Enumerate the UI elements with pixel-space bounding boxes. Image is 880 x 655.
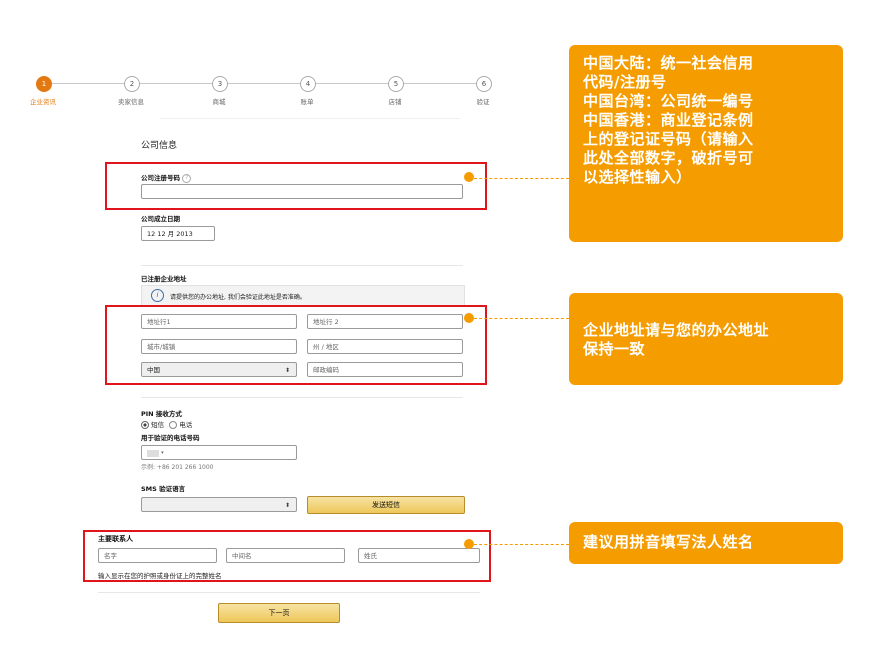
- address-section-label: 已注册企业地址: [141, 275, 187, 283]
- highlight-reg-number: [105, 162, 487, 210]
- send-sms-button[interactable]: 发送短信: [307, 496, 465, 514]
- next-page-button[interactable]: 下一页: [218, 603, 340, 623]
- step-1-circle: 1: [36, 76, 52, 92]
- pin-method-label: PIN 接收方式: [141, 410, 182, 418]
- phone-example: 示例: +86 201 266 1000: [141, 464, 214, 471]
- founded-date-label: 公司成立日期: [141, 215, 180, 223]
- step-2-label: 卖家信息: [118, 98, 144, 106]
- founded-date-input[interactable]: 12 12 月 2013: [141, 226, 215, 241]
- phone-input[interactable]: ▾: [141, 445, 297, 460]
- phone-radio-label: 电话: [179, 421, 193, 429]
- callout-reg-line: 代码/注册号: [583, 73, 667, 91]
- step-1-label: 企业资讯: [30, 98, 56, 106]
- callout-name: 建议用拼音填写法人姓名: [569, 522, 843, 564]
- pin-method-options: 短信 电话: [141, 419, 192, 429]
- callout-reg-line: 此处全部数字，破折号可: [583, 149, 754, 167]
- connector-dot-address: [464, 313, 474, 323]
- info-icon: i: [151, 289, 164, 302]
- callout-reg-line: 以选择性输入）: [583, 168, 692, 186]
- sms-language-label: SMS 验证语言: [141, 485, 186, 493]
- company-section-title: 公司信息: [141, 141, 178, 151]
- dropdown-caret-icon: ▾: [161, 450, 164, 456]
- address-info-text: 请提供您的办公地址, 我们会验证此地址是否准确。: [170, 294, 306, 301]
- connector-dot-reg: [464, 172, 474, 182]
- step-3-circle: 3: [212, 76, 228, 92]
- callout-address-line: 保持一致: [583, 340, 646, 358]
- callout-registration-number: 中国大陆：统一社会信用 代码/注册号 中国台湾：公司统一编号 中国香港：商业登记…: [569, 45, 843, 242]
- step-6-label: 验证: [476, 98, 490, 106]
- connector-line-address: [474, 318, 569, 319]
- phone-radio[interactable]: [169, 421, 178, 429]
- callout-address: 企业地址请与您的办公地址 保持一致: [569, 293, 843, 385]
- callout-reg-line: 中国大陆：统一社会信用: [583, 54, 754, 72]
- step-5-circle: 5: [388, 76, 404, 92]
- step-3-label: 商城: [212, 98, 226, 106]
- divider-2: [141, 397, 463, 398]
- step-4-label: 账单: [300, 98, 314, 106]
- sms-radio-label: 短信: [151, 421, 165, 429]
- highlight-contact: [83, 530, 491, 582]
- step-5-label: 店铺: [388, 98, 402, 106]
- connector-dot-name: [464, 539, 474, 549]
- callout-name-line: 建议用拼音填写法人姓名: [583, 533, 754, 551]
- highlight-address: [105, 305, 487, 385]
- divider-1: [141, 265, 463, 266]
- callout-reg-line: 中国香港：商业登记条例: [583, 111, 754, 129]
- country-code-dropdown[interactable]: [147, 450, 159, 457]
- address-info-box: i 请提供您的办公地址, 我们会验证此地址是否准确。: [141, 285, 465, 307]
- divider-3: [98, 592, 480, 593]
- connector-line-name: [474, 544, 569, 545]
- sms-language-select[interactable]: ⬍: [141, 497, 297, 512]
- phone-label: 用于验证的电话号码: [141, 434, 200, 442]
- stepper-line: [48, 83, 486, 84]
- header-shadow: [160, 118, 460, 119]
- callout-reg-line: 中国台湾：公司统一编号: [583, 92, 754, 110]
- callout-address-line: 企业地址请与您的办公地址: [583, 321, 770, 339]
- sms-radio[interactable]: [141, 421, 149, 429]
- callout-reg-line: 上的登记证号码（请输入: [583, 130, 754, 148]
- select-arrow-icon: ⬍: [284, 502, 290, 509]
- step-4-circle: 4: [300, 76, 316, 92]
- step-6-circle: 6: [476, 76, 492, 92]
- connector-line-reg: [474, 178, 569, 179]
- step-2-circle: 2: [124, 76, 140, 92]
